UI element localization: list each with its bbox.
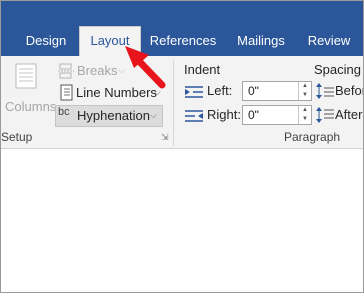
breaks-icon <box>58 63 74 79</box>
spacing-label: Spacing <box>314 62 361 77</box>
document-area[interactable] <box>1 149 363 292</box>
line-numbers-button[interactable]: Line Numbers ⌵ <box>56 83 164 103</box>
line-numbers-chevron-icon: ⌵ <box>154 87 161 97</box>
tab-review[interactable]: Review <box>301 28 357 56</box>
indent-right-spinner-icon[interactable]: ▲ ▼ <box>298 106 311 124</box>
word-window: Design Layout References Mailings Review… <box>0 0 364 293</box>
tab-references[interactable]: References <box>145 28 221 56</box>
breaks-chevron-icon: ⌵ <box>118 65 125 75</box>
tab-design[interactable]: Design <box>15 28 77 56</box>
breaks-label: Breaks <box>77 63 118 78</box>
ribbon-tab-bar: Design Layout References Mailings Review <box>1 1 363 58</box>
indent-left-input[interactable]: 0" ▲ ▼ <box>242 81 312 101</box>
columns-button[interactable]: Columns <box>1 60 57 120</box>
paragraph-group-label: Paragraph <box>284 130 341 144</box>
indent-left-icon <box>185 86 203 98</box>
hyphenation-label: Hyphenation <box>77 108 150 123</box>
spacing-after-icon <box>316 107 334 123</box>
spacing-before-icon <box>316 83 334 99</box>
indent-left-value: 0" <box>248 84 259 98</box>
indent-right-icon <box>185 110 203 122</box>
indent-left-spinner-icon[interactable]: ▲ ▼ <box>298 82 311 100</box>
ribbon-layout: Columns Breaks ⌵ Line Numbers ⌵ bᴄ Hyphe… <box>1 56 363 149</box>
spacing-before-label: Before <box>335 83 363 98</box>
hyphenation-icon: bᴄ <box>58 106 70 118</box>
spacing-after-label: After: <box>335 107 364 122</box>
indent-right-label: Right: <box>207 107 241 122</box>
line-numbers-label: Line Numbers <box>76 85 157 100</box>
columns-label: Columns <box>5 99 57 114</box>
indent-left-label: Left: <box>207 83 233 98</box>
page-setup-dialog-launcher-icon[interactable]: ⇲ <box>161 132 169 143</box>
hyphenation-chevron-icon: ⌵ <box>150 110 157 120</box>
columns-icon <box>15 63 37 89</box>
group-separator <box>173 60 174 146</box>
tab-mailings[interactable]: Mailings <box>229 28 293 56</box>
breaks-button[interactable]: Breaks ⌵ <box>56 61 136 81</box>
tab-layout[interactable]: Layout <box>79 26 141 58</box>
indent-right-value: 0" <box>248 108 259 122</box>
indent-right-input[interactable]: 0" ▲ ▼ <box>242 105 312 125</box>
line-numbers-icon <box>60 84 73 101</box>
hyphenation-button[interactable]: bᴄ Hyphenation ⌵ <box>55 105 163 127</box>
page-setup-group-label: Setup <box>1 130 33 144</box>
indent-label: Indent <box>184 62 221 77</box>
